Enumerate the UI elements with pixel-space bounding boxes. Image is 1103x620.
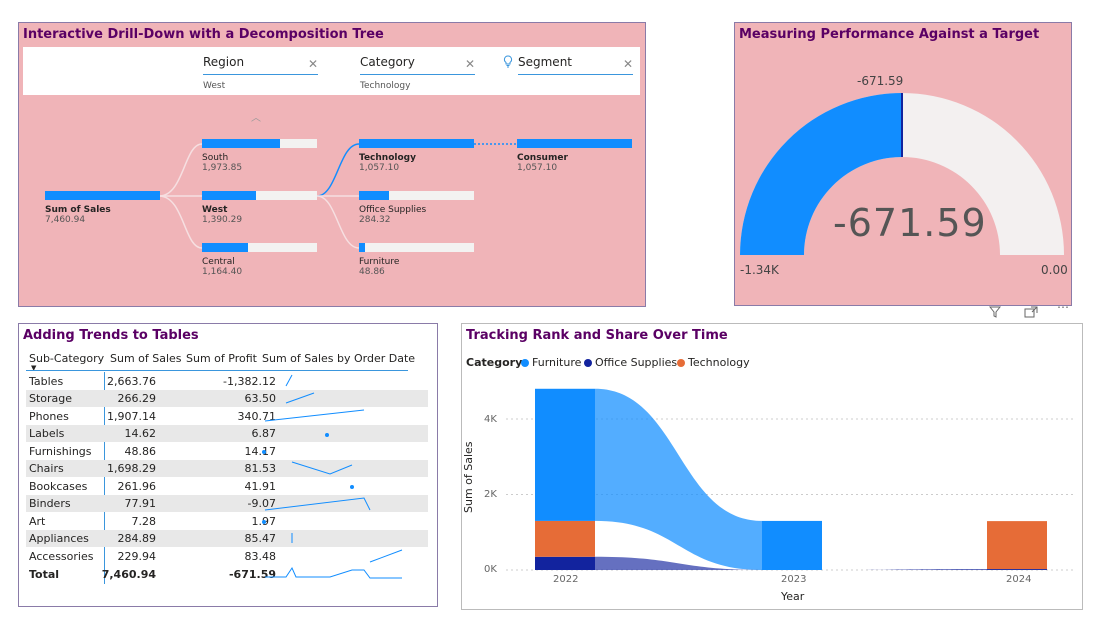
ribbon-plot: [506, 388, 1075, 571]
bar-technology-2022: [535, 520, 595, 557]
bar-office-supplies-2022: [535, 556, 595, 570]
bar-furniture-2022: [535, 388, 595, 521]
bar-furniture-2023: [762, 520, 822, 570]
bar-technology-2024: [987, 521, 1047, 570]
ribbon-furniture: [595, 388, 762, 570]
bar-office-supplies-2024: [987, 569, 1047, 570]
